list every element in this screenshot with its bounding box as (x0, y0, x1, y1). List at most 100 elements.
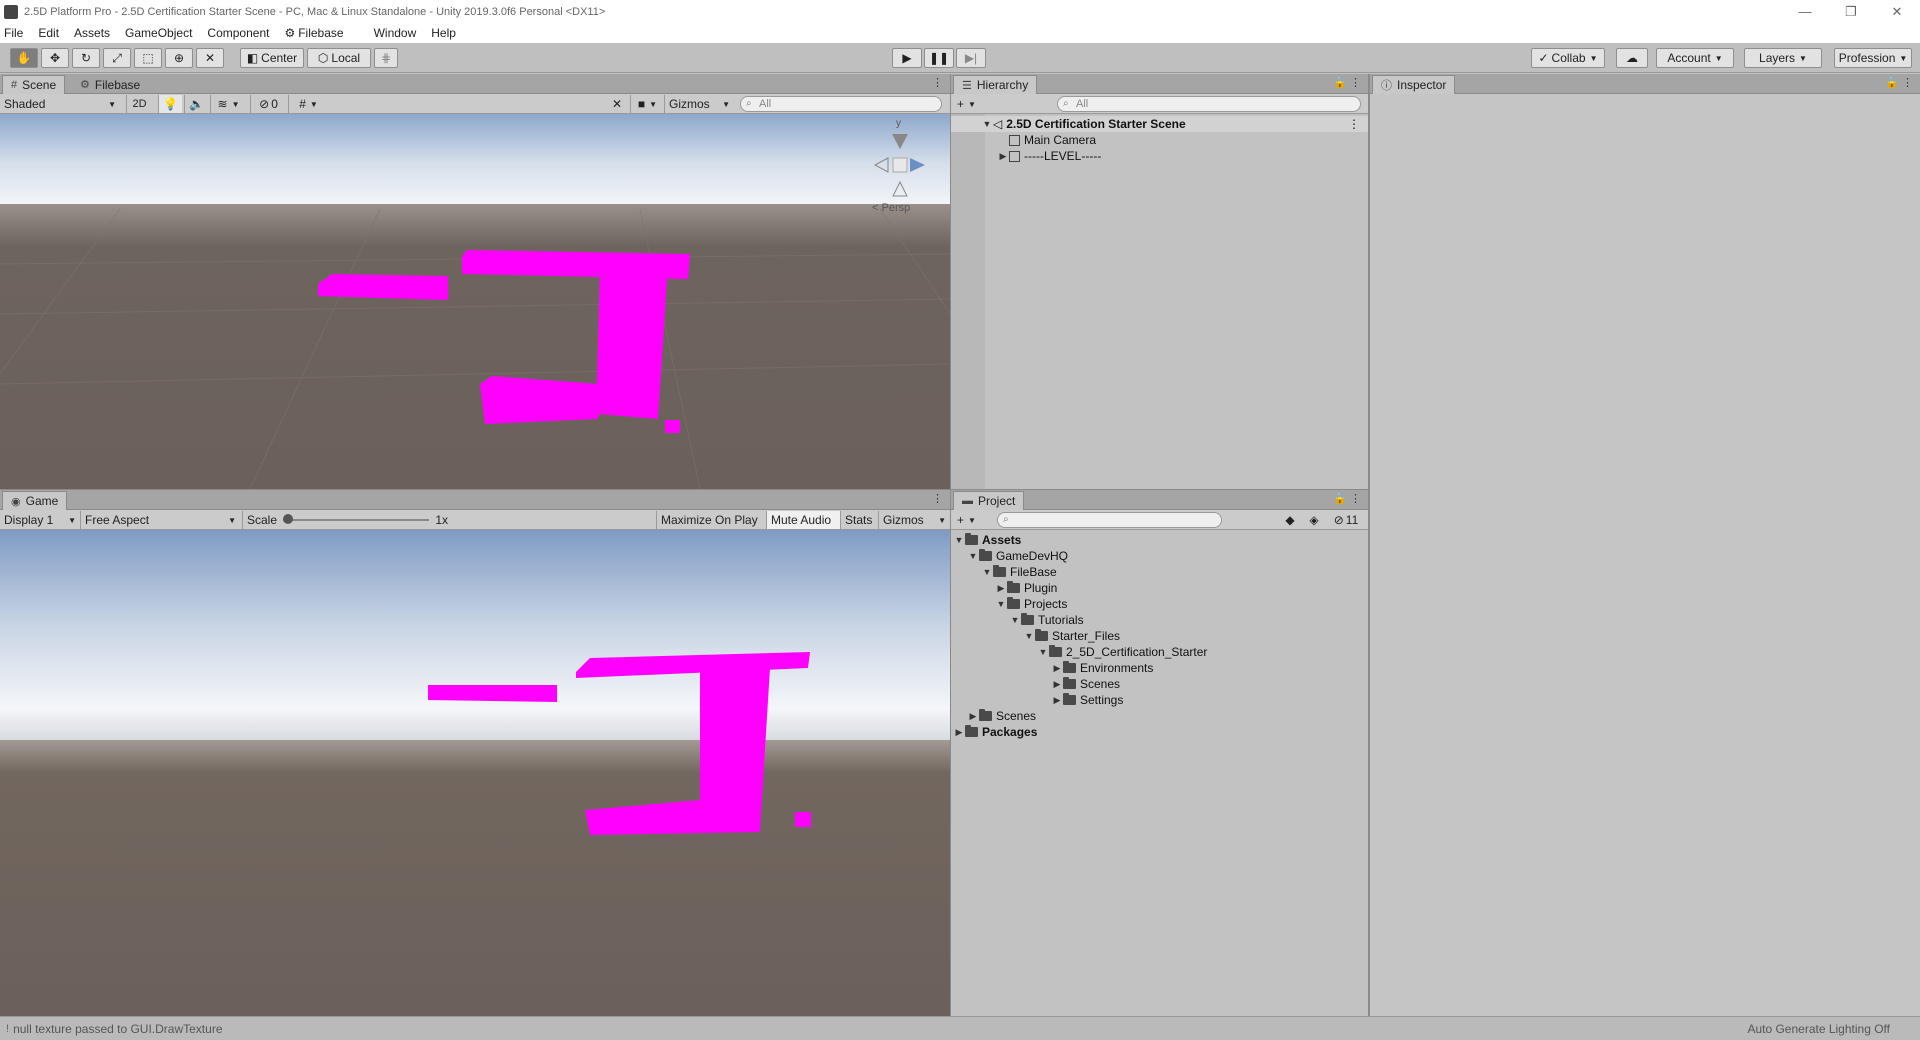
tab-project[interactable]: ▬ Project (953, 491, 1025, 510)
collapse-arrow-icon[interactable]: ▶ (1051, 695, 1063, 706)
menu-assets[interactable]: Assets (74, 26, 110, 40)
collapse-arrow-icon[interactable]: ▶ (967, 711, 979, 722)
rotate-tool-button[interactable]: ↻ (72, 48, 100, 68)
expand-arrow-icon[interactable]: ▼ (995, 599, 1007, 609)
step-button[interactable]: ▶| (956, 48, 986, 68)
collapse-arrow-icon[interactable]: ▶ (1051, 663, 1063, 674)
panel-lock-menu-icon[interactable]: 🔒⋮ (1333, 492, 1364, 505)
game-gizmos-dropdown[interactable]: Gizmos ▼ (878, 511, 950, 529)
menu-filebase[interactable]: ⚙ Filebase (284, 26, 358, 40)
project-tree-row[interactable]: ▼ GameDevHQ (951, 548, 1368, 564)
expand-arrow-icon[interactable]: ▼ (981, 567, 993, 577)
project-tree-row[interactable]: ▼ 2_5D_Certification_Starter (951, 644, 1368, 660)
pivot-toggle-button[interactable]: ◧ Center (240, 48, 304, 68)
hidden-objects-toggle[interactable]: ⊘ 0 (250, 95, 286, 113)
layout-dropdown[interactable]: Profession ▼ (1834, 48, 1912, 68)
menu-gameobject[interactable]: GameObject (125, 26, 192, 40)
project-tree-row[interactable]: ▶ Plugin (951, 580, 1368, 596)
shading-mode-dropdown[interactable]: Shaded ▼ (0, 95, 120, 113)
hand-tool-button[interactable]: ✋ (10, 48, 38, 68)
tab-scene[interactable]: # Scene (2, 75, 66, 94)
aspect-dropdown[interactable]: Free Aspect ▼ (80, 511, 240, 529)
gizmos-dropdown[interactable]: Gizmos ▼ (664, 95, 734, 113)
hierarchy-scene-row[interactable]: ▼ ◁ 2.5D Certification Starter Scene ⋮ (951, 116, 1368, 132)
scale-thumb[interactable] (283, 514, 294, 524)
tab-filebase[interactable]: ⚙ Filebase (72, 75, 148, 94)
layers-dropdown[interactable]: Layers ▼ (1744, 48, 1822, 68)
grid-dropdown[interactable]: # ▼ (288, 95, 328, 113)
audio-toggle-button[interactable]: 🔈 (184, 95, 208, 113)
collapse-arrow-icon[interactable]: ▶ (997, 151, 1009, 162)
tab-game[interactable]: ◉ Game (2, 491, 68, 510)
cloud-button[interactable]: ☁ (1616, 48, 1648, 68)
collab-dropdown[interactable]: ✓ Collab ▼ (1531, 48, 1605, 68)
menu-file[interactable]: File (4, 26, 23, 40)
scale-tool-button[interactable]: ⤢ (103, 48, 131, 68)
project-tree-row[interactable]: ▼ Tutorials (951, 612, 1368, 628)
collapse-arrow-icon[interactable]: ▶ (1051, 679, 1063, 690)
close-button[interactable]: ✕ (1874, 4, 1920, 20)
panel-menu-icon[interactable]: ⋮ (932, 76, 946, 89)
pause-button[interactable]: ❚❚ (924, 48, 954, 68)
row-menu-icon[interactable]: ⋮ (1348, 117, 1360, 131)
create-asset-dropdown[interactable]: + ▼ (953, 511, 983, 529)
maximize-button[interactable]: ❐ (1828, 4, 1874, 20)
hierarchy-item-main-camera[interactable]: Main Camera (951, 132, 1368, 148)
expand-arrow-icon[interactable]: ▼ (1037, 647, 1049, 657)
collapse-arrow-icon[interactable]: ▶ (953, 727, 965, 738)
scale-slider[interactable]: Scale 1x (242, 511, 452, 529)
hierarchy-search-input[interactable]: ⌕ All (1057, 96, 1361, 112)
play-button[interactable]: ▶ (892, 48, 922, 68)
mute-audio-toggle[interactable]: Mute Audio (766, 511, 840, 529)
tools-button[interactable]: ✕ (606, 95, 628, 113)
expand-arrow-icon[interactable]: ▼ (1009, 615, 1021, 625)
create-dropdown[interactable]: + ▼ (953, 95, 983, 113)
panel-menu-icon[interactable]: ⋮ (932, 492, 946, 505)
display-dropdown[interactable]: Display 1 ▼ (0, 511, 80, 529)
expand-arrow-icon[interactable]: ▼ (967, 551, 979, 561)
project-tree-row[interactable]: ▶ Environments (951, 660, 1368, 676)
expand-arrow-icon[interactable]: ▼ (1023, 631, 1035, 641)
maximize-on-play-toggle[interactable]: Maximize On Play (656, 511, 766, 529)
project-search-input[interactable]: ⌕ (997, 512, 1222, 528)
projection-label[interactable]: < Persp (872, 202, 910, 214)
lighting-toggle-button[interactable]: 💡 (158, 95, 182, 113)
scene-search-input[interactable]: ⌕ All (740, 96, 942, 112)
panel-lock-menu-icon[interactable]: 🔒⋮ (1333, 76, 1364, 89)
project-tree-row[interactable]: ▼ Projects (951, 596, 1368, 612)
2d-toggle-button[interactable]: 2D (126, 95, 152, 113)
project-tree-row[interactable]: ▶ Packages (951, 724, 1368, 740)
console-message[interactable]: null texture passed to GUI.DrawTexture (13, 1022, 222, 1036)
project-tree-row[interactable]: ▶ Scenes (951, 676, 1368, 692)
menu-component[interactable]: Component (207, 26, 269, 40)
hierarchy-item-level[interactable]: ▶ -----LEVEL----- (951, 148, 1368, 164)
project-tree-row[interactable]: ▶ Settings (951, 692, 1368, 708)
collapse-arrow-icon[interactable]: ▶ (995, 583, 1007, 594)
scene-viewport[interactable]: y < Persp (0, 114, 950, 489)
custom-tool-button[interactable]: ✕ (196, 48, 224, 68)
lighting-status[interactable]: Auto Generate Lighting Off (1747, 1022, 1890, 1036)
snap-button[interactable]: ⋕ (374, 48, 398, 68)
stats-toggle[interactable]: Stats (840, 511, 878, 529)
account-dropdown[interactable]: Account ▼ (1656, 48, 1734, 68)
filter-by-type-button[interactable]: ◆ (1279, 511, 1301, 529)
project-tree-row[interactable]: ▼ FileBase (951, 564, 1368, 580)
move-tool-button[interactable]: ✥ (41, 48, 69, 68)
expand-arrow-icon[interactable]: ▼ (981, 119, 993, 129)
transform-tool-button[interactable]: ⊕ (165, 48, 193, 68)
project-tree-row[interactable]: ▼ Starter_Files (951, 628, 1368, 644)
rect-tool-button[interactable]: ⬚ (134, 48, 162, 68)
hidden-packages-toggle[interactable]: ⊘ 11 (1327, 511, 1365, 529)
expand-arrow-icon[interactable]: ▼ (953, 535, 965, 545)
camera-dropdown[interactable]: ■ ▼ (630, 95, 664, 113)
effects-dropdown[interactable]: ≋ ▼ (210, 95, 246, 113)
project-tree-row[interactable]: ▼ Assets (951, 532, 1368, 548)
menu-window[interactable]: Window (374, 26, 417, 40)
minimize-button[interactable]: — (1782, 4, 1828, 20)
menu-edit[interactable]: Edit (38, 26, 59, 40)
panel-lock-menu-icon[interactable]: 🔒⋮ (1885, 76, 1916, 89)
space-toggle-button[interactable]: ⬡ Local (307, 48, 371, 68)
filter-by-label-button[interactable]: ◈ (1303, 511, 1325, 529)
scale-track[interactable] (283, 514, 430, 524)
menu-help[interactable]: Help (431, 26, 456, 40)
